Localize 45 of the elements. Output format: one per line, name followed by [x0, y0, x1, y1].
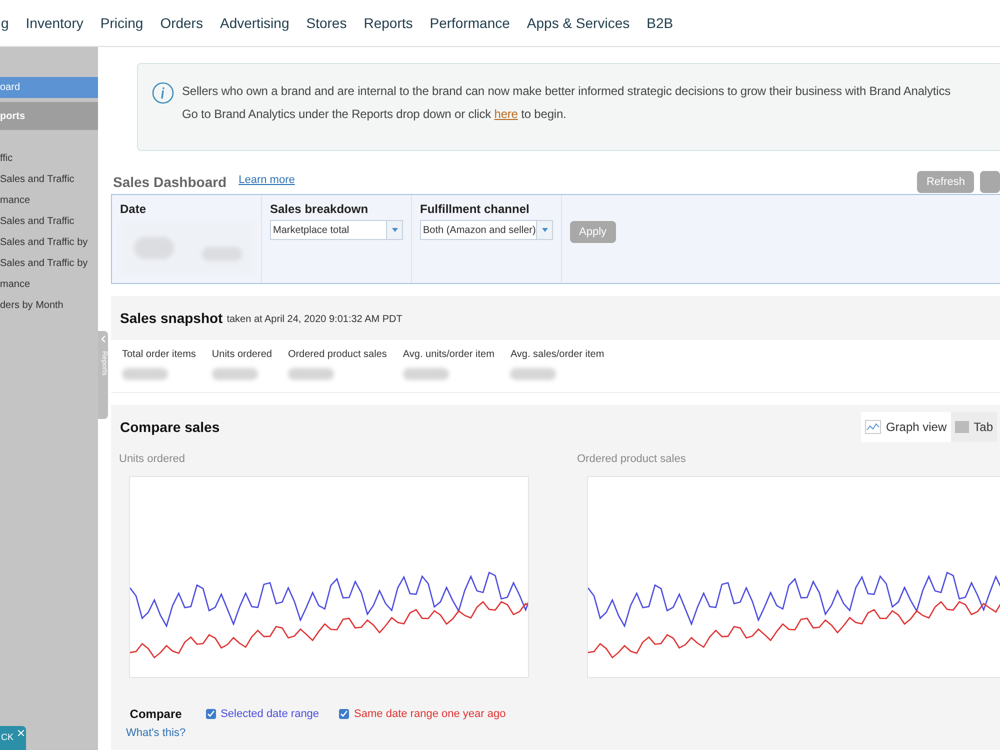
nav-link[interactable]: Orders [160, 12, 203, 34]
compare-label: Compare [130, 706, 182, 722]
filter-label: Sales breakdown [270, 201, 370, 218]
metric-label: Total order items [122, 348, 196, 362]
feedback-badge[interactable]: CK [0, 726, 26, 750]
learn-more-link[interactable]: Learn more [238, 172, 295, 188]
chart-title: Ordered product sales [577, 452, 687, 467]
metric-label: Ordered product sales [288, 348, 387, 362]
nav-link[interactable]: Reports [364, 12, 413, 34]
sidebar-item[interactable]: Sales and Traffic by [0, 232, 98, 253]
metric-label: Avg. units/order item [402, 348, 494, 362]
info-text: Sellers who own a brand and are internal to the brand can now make better informed strategic decisions to grow their business with Brand Analytics [182, 83, 950, 100]
section-title: Compare sales [120, 418, 220, 437]
nav-link[interactable]: B2B [646, 12, 674, 34]
nav-link[interactable]: Inventory [26, 12, 84, 34]
filter-label: Fulfillment channel [420, 201, 530, 218]
nav-link[interactable]: Stores [306, 12, 347, 34]
section-title: Sales snapshot [120, 308, 223, 328]
nav-link[interactable]: Advertising [220, 12, 290, 34]
filter-label: Date [120, 201, 148, 218]
select-field[interactable]: Both (Amazon and seller) [420, 220, 553, 240]
whats-this-link[interactable]: What's this? [126, 724, 186, 741]
chart-title: Units ordered [119, 452, 186, 467]
info-text: Go to Brand Analytics under the Reports drop down or click here to begin. [182, 106, 568, 123]
select-field[interactable]: Marketplace total [270, 220, 403, 240]
sidebar-item[interactable]: mance [0, 274, 98, 295]
sidebar-item[interactable]: ffic [0, 148, 98, 169]
legend-label: Same date range one year ago [354, 706, 506, 722]
snapshot-time: taken at April 24, 2020 9:01:32 AM PDT [226, 312, 402, 326]
sidebar-item[interactable]: mance [0, 190, 98, 211]
sidebar-item[interactable]: Sales and Traffic [0, 169, 98, 190]
metric-label: Units ordered [212, 348, 272, 362]
sidebar-item[interactable]: Sales and Traffic [0, 211, 98, 232]
view-tab[interactable]: Graph view [860, 412, 951, 442]
nav-link[interactable]: g [1, 12, 9, 34]
nav-link[interactable]: Performance [430, 12, 510, 34]
here-link[interactable]: here [494, 107, 518, 121]
view-tab[interactable]: Tab [950, 412, 997, 442]
page-title: Sales Dashboard [113, 172, 227, 192]
metric-label: Avg. sales/order item [510, 348, 604, 362]
sidebar-item[interactable]: Sales and Traffic by [0, 253, 98, 274]
nav-link[interactable]: Pricing [100, 12, 144, 34]
nav-link[interactable]: Apps & Services [526, 12, 630, 34]
sidebar-item[interactable]: ders by Month [0, 295, 98, 316]
legend-label: Selected date range [220, 706, 320, 722]
